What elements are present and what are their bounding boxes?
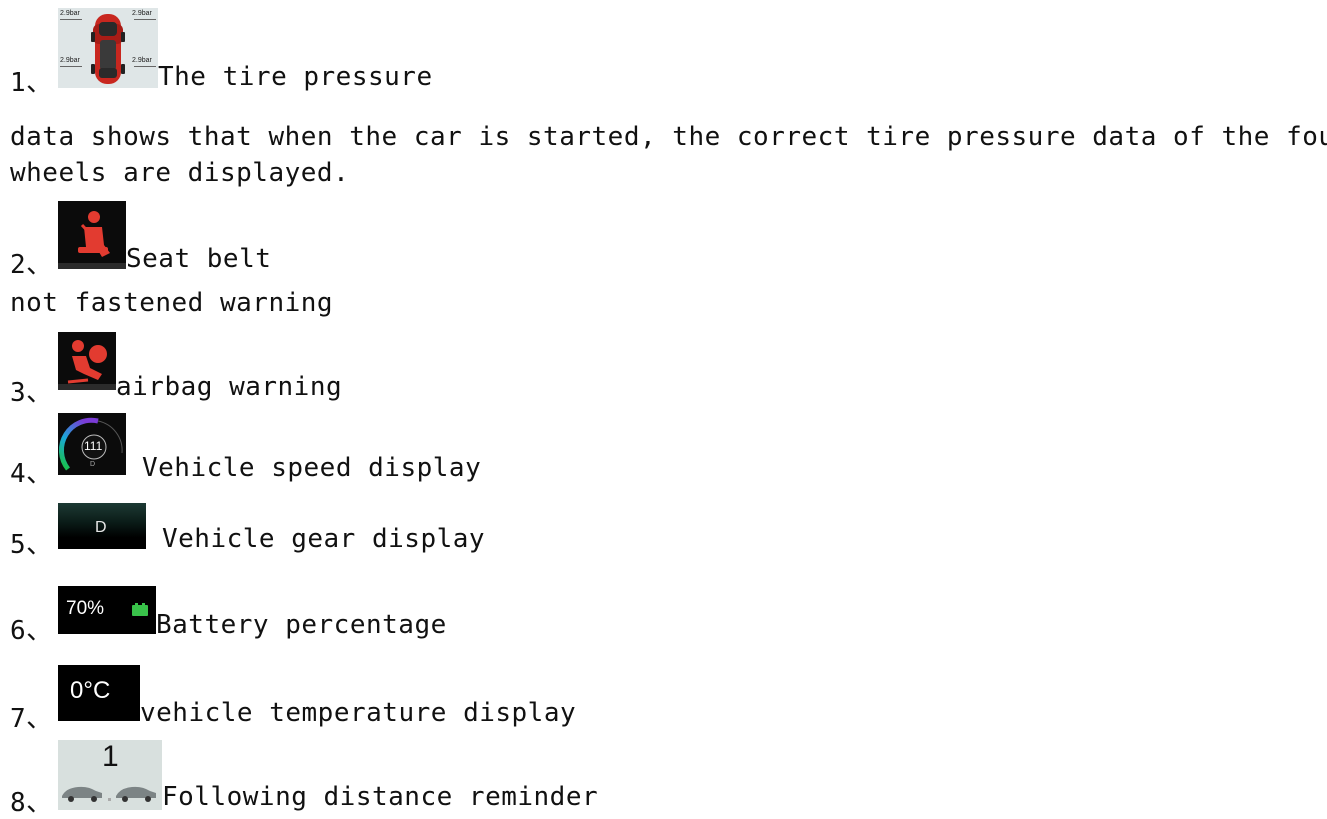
item-label: Battery percentage — [156, 610, 447, 640]
item-description: data shows that when the car is started,… — [10, 122, 1327, 152]
item-number: 8、 — [10, 788, 53, 818]
item-label: Seat belt — [126, 244, 272, 274]
cars-glyph — [62, 786, 156, 802]
item-description: not fastened warning — [10, 288, 334, 318]
distance-value: 1 — [102, 740, 119, 773]
item-label: Vehicle gear display — [162, 524, 486, 554]
speedometer-icon: 111 D — [58, 413, 126, 475]
battery-value: 70% — [66, 598, 105, 619]
tire-value-rear-right: 2.9bar — [132, 57, 152, 64]
item-number: 5、 — [10, 530, 53, 560]
car-top-view-tire-pressure-icon: 2.9bar 2.9bar 2.9bar 2.9bar — [58, 8, 158, 88]
item-number: 7、 — [10, 704, 53, 734]
item-label: vehicle temperature display — [140, 698, 577, 728]
gear-display-icon: D — [58, 503, 146, 549]
item-label: Following distance reminder — [162, 782, 599, 812]
item-number: 6、 — [10, 616, 53, 646]
item-number: 4、 — [10, 459, 53, 489]
tire-value-front-right: 2.9bar — [132, 10, 152, 17]
temperature-value: 0°C — [70, 677, 111, 704]
gear-value: D — [95, 519, 107, 536]
seatbelt-warning-icon — [58, 201, 126, 269]
battery-glyph — [132, 603, 148, 616]
tire-value-rear-left: 2.9bar — [60, 57, 80, 64]
item-label: Vehicle speed display — [142, 453, 482, 483]
item-label: The tire pressure — [158, 62, 433, 92]
item-number: 1、 — [10, 68, 53, 98]
following-distance-icon: 1 — [58, 740, 162, 810]
item-description-continued: wheels are displayed. — [10, 158, 350, 188]
gear-mini: D — [90, 461, 96, 468]
item-number: 3、 — [10, 378, 53, 408]
battery-icon: 70% — [58, 586, 156, 634]
airbag-warning-icon — [58, 332, 116, 390]
speed-value: 111 — [84, 439, 103, 453]
temperature-display-icon: 0°C — [58, 665, 140, 721]
item-label: airbag warning — [116, 372, 343, 402]
tire-value-front-left: 2.9bar — [60, 10, 80, 17]
item-number: 2、 — [10, 250, 53, 280]
car-icon — [91, 14, 125, 84]
